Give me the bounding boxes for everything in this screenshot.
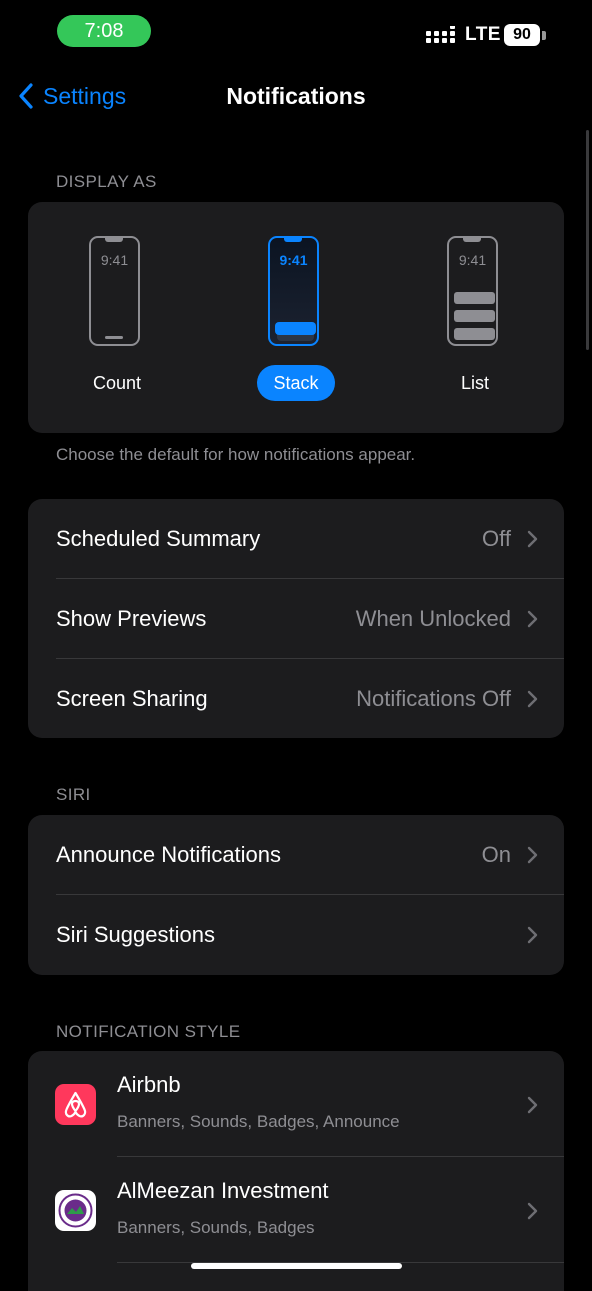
cellular-signal-icon (426, 26, 455, 43)
app-row-airbnb[interactable]: Airbnb Banners, Sounds, Badges, Announce (28, 1051, 564, 1156)
status-time: 7:08 (57, 15, 151, 47)
row-announce-notifications[interactable]: Announce Notifications On (28, 815, 564, 894)
section-header-siri: SIRI (56, 785, 91, 804)
network-type: LTE (465, 24, 501, 45)
phone-clock: 9:41 (100, 252, 129, 268)
siri-group: Announce Notifications On Siri Suggestio… (28, 815, 564, 975)
row-label: Siri Suggestions (56, 922, 215, 947)
app-row-almeezan[interactable]: AlMeezan Investment Banners, Sounds, Bad… (28, 1157, 564, 1262)
row-scheduled-summary[interactable]: Scheduled Summary Off (28, 499, 564, 578)
display-option-label-selected: Stack (257, 365, 335, 401)
row-value: Notifications Off (356, 686, 511, 711)
general-settings-group: Scheduled Summary Off Show Previews When… (28, 499, 564, 738)
phone-count-icon: 9:41 (89, 236, 140, 346)
app-name: Airbnb (117, 1072, 181, 1097)
row-label: Scheduled Summary (56, 526, 261, 551)
app-detail: Banners, Sounds, Badges (117, 1218, 315, 1237)
chevron-right-icon (527, 926, 538, 944)
airbnb-icon (55, 1084, 96, 1125)
notification-style-group: Airbnb Banners, Sounds, Badges, Announce… (28, 1051, 564, 1291)
chevron-right-icon (527, 1202, 538, 1220)
row-siri-suggestions[interactable]: Siri Suggestions (28, 895, 564, 974)
battery-tip (542, 31, 546, 40)
display-as-group: 9:41 Count 9:41 Stack 9:41 List (28, 202, 564, 433)
row-label: Announce Notifications (56, 842, 282, 867)
chevron-right-icon (527, 610, 538, 628)
display-option-label: List (460, 373, 489, 393)
chevron-right-icon (527, 690, 538, 708)
battery-icon: 90 (504, 24, 540, 46)
row-value: When Unlocked (355, 606, 511, 631)
row-label: Screen Sharing (56, 686, 208, 711)
phone-stack-icon: 9:41 (268, 236, 319, 346)
display-option-label: Count (92, 373, 142, 393)
scrollbar[interactable] (586, 130, 589, 350)
phone-list-icon: 9:41 (447, 236, 498, 346)
chevron-right-icon (527, 1096, 538, 1114)
row-screen-sharing[interactable]: Screen Sharing Notifications Off (28, 659, 564, 738)
almeezan-icon (55, 1190, 96, 1231)
chevron-right-icon (527, 530, 538, 548)
row-value: Off (482, 526, 511, 551)
home-indicator[interactable] (191, 1263, 402, 1269)
row-label: Show Previews (56, 606, 207, 631)
app-name: AlMeezan Investment (117, 1178, 329, 1203)
page-title: Notifications (226, 83, 366, 109)
display-as-footer: Choose the default for how notifications… (56, 445, 416, 464)
phone-clock: 9:41 (458, 252, 487, 268)
row-show-previews[interactable]: Show Previews When Unlocked (28, 579, 564, 658)
row-value: On (481, 842, 511, 867)
section-header-notification-style: NOTIFICATION STYLE (56, 1022, 241, 1041)
phone-clock: 9:41 (279, 252, 308, 268)
chevron-right-icon (527, 846, 538, 864)
app-detail: Banners, Sounds, Badges, Announce (117, 1112, 400, 1131)
section-header-display-as: DISPLAY AS (56, 172, 157, 191)
